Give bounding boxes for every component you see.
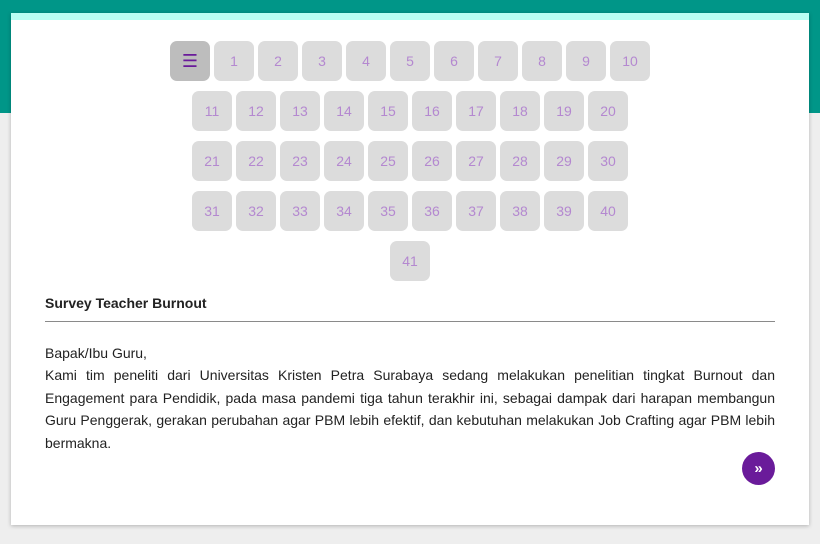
menu-button[interactable]: ☰ xyxy=(170,41,210,81)
question-number-button[interactable]: 29 xyxy=(544,141,584,181)
question-number-button[interactable]: 14 xyxy=(324,91,364,131)
nav-row: 11 12 13 14 15 16 17 18 19 20 xyxy=(11,91,809,131)
question-navigator: ☰ 1 2 3 4 5 6 7 8 9 10 11 12 13 14 15 16 17 18 19 20 21 22 23 24… xyxy=(11,41,809,291)
nav-row: ☰ 1 2 3 4 5 6 7 8 9 10 xyxy=(11,41,809,81)
question-number-button[interactable]: 9 xyxy=(566,41,606,81)
survey-card: ☰ 1 2 3 4 5 6 7 8 9 10 11 12 13 14 15 16 17 18 19 20 21 22 23 24… xyxy=(11,13,809,525)
question-number-button[interactable]: 23 xyxy=(280,141,320,181)
survey-content: Survey Teacher Burnout Bapak/Ibu Guru, K… xyxy=(45,295,775,454)
question-number-button[interactable]: 28 xyxy=(500,141,540,181)
question-number-button[interactable]: 18 xyxy=(500,91,540,131)
question-number-button[interactable]: 8 xyxy=(522,41,562,81)
question-number-button[interactable]: 41 xyxy=(390,241,430,281)
question-number-button[interactable]: 15 xyxy=(368,91,408,131)
card-accent-bar xyxy=(11,13,809,20)
survey-greeting: Bapak/Ibu Guru, xyxy=(45,345,147,361)
question-number-button[interactable]: 24 xyxy=(324,141,364,181)
question-number-button[interactable]: 35 xyxy=(368,191,408,231)
question-number-button[interactable]: 13 xyxy=(280,91,320,131)
question-number-button[interactable]: 7 xyxy=(478,41,518,81)
survey-description: Kami tim peneliti dari Universitas Krist… xyxy=(45,367,775,451)
nav-row: 41 xyxy=(11,241,809,281)
menu-icon: ☰ xyxy=(181,50,199,71)
question-number-button[interactable]: 19 xyxy=(544,91,584,131)
question-number-button[interactable]: 5 xyxy=(390,41,430,81)
question-number-button[interactable]: 31 xyxy=(192,191,232,231)
question-number-button[interactable]: 26 xyxy=(412,141,452,181)
question-number-button[interactable]: 37 xyxy=(456,191,496,231)
question-number-button[interactable]: 22 xyxy=(236,141,276,181)
question-number-button[interactable]: 2 xyxy=(258,41,298,81)
next-button[interactable]: » xyxy=(742,452,775,485)
question-number-button[interactable]: 1 xyxy=(214,41,254,81)
question-number-button[interactable]: 16 xyxy=(412,91,452,131)
question-number-button[interactable]: 4 xyxy=(346,41,386,81)
question-number-button[interactable]: 3 xyxy=(302,41,342,81)
question-number-button[interactable]: 11 xyxy=(192,91,232,131)
question-number-button[interactable]: 32 xyxy=(236,191,276,231)
question-number-button[interactable]: 33 xyxy=(280,191,320,231)
question-number-button[interactable]: 36 xyxy=(412,191,452,231)
nav-row: 31 32 33 34 35 36 37 38 39 40 xyxy=(11,191,809,231)
title-divider xyxy=(45,321,775,322)
question-number-button[interactable]: 25 xyxy=(368,141,408,181)
question-number-button[interactable]: 17 xyxy=(456,91,496,131)
question-number-button[interactable]: 12 xyxy=(236,91,276,131)
question-number-button[interactable]: 34 xyxy=(324,191,364,231)
question-number-button[interactable]: 20 xyxy=(588,91,628,131)
question-number-button[interactable]: 39 xyxy=(544,191,584,231)
question-number-button[interactable]: 27 xyxy=(456,141,496,181)
survey-title: Survey Teacher Burnout xyxy=(45,295,207,311)
double-chevron-right-icon: » xyxy=(754,460,763,477)
question-number-button[interactable]: 10 xyxy=(610,41,650,81)
nav-row: 21 22 23 24 25 26 27 28 29 30 xyxy=(11,141,809,181)
question-number-button[interactable]: 21 xyxy=(192,141,232,181)
question-number-button[interactable]: 38 xyxy=(500,191,540,231)
question-number-button[interactable]: 6 xyxy=(434,41,474,81)
question-number-button[interactable]: 40 xyxy=(588,191,628,231)
question-number-button[interactable]: 30 xyxy=(588,141,628,181)
